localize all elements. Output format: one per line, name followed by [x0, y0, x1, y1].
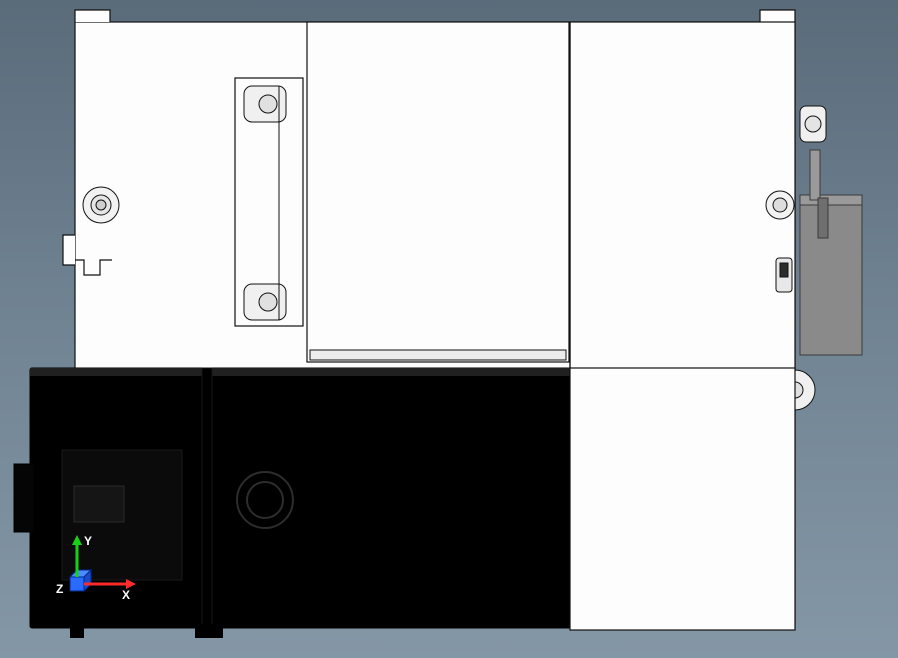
left-slot-tab — [63, 235, 75, 265]
clamp-block — [235, 78, 303, 326]
right-column-lower — [570, 368, 795, 630]
top-tab-right — [760, 10, 795, 22]
pin — [780, 263, 788, 277]
motor-assembly[interactable] — [14, 368, 572, 638]
top-tab-left — [75, 10, 110, 22]
hex-screw-top-left — [83, 187, 119, 223]
center-panel[interactable] — [307, 22, 569, 362]
cad-model-svg[interactable] — [0, 0, 898, 658]
graphics-viewport[interactable]: X Y Z — [0, 0, 898, 658]
center-panel-lip — [310, 350, 566, 360]
grey-bracket — [800, 150, 862, 355]
